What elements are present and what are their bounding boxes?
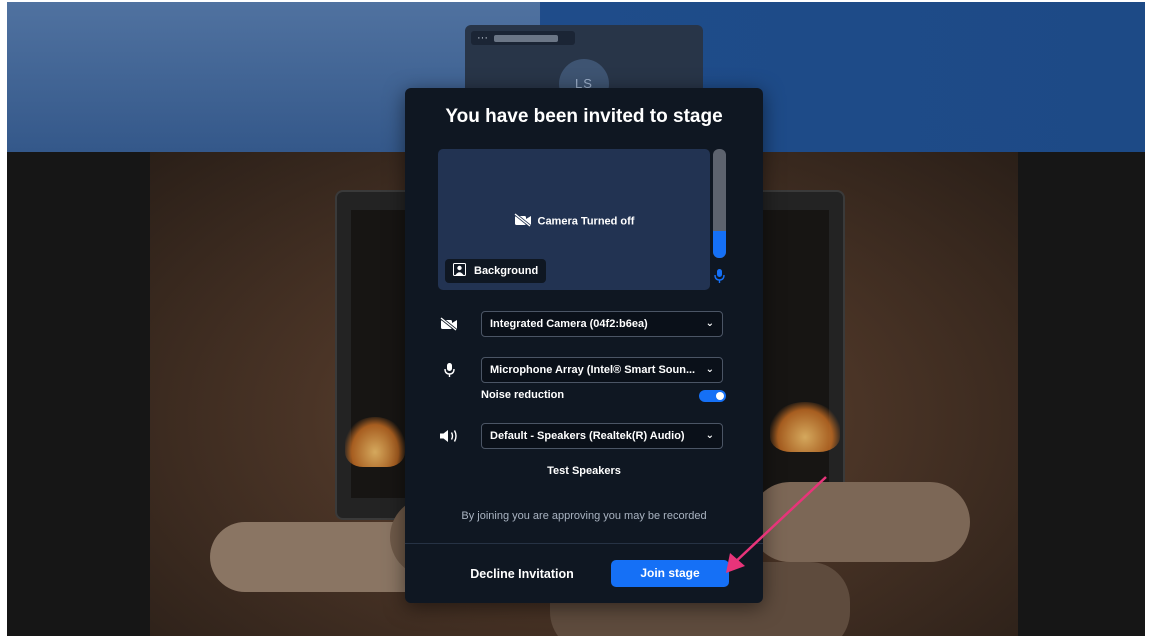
camera-status: Camera Turned off — [438, 212, 710, 230]
camera-select-value: Integrated Camera (04f2:b6ea) — [490, 318, 648, 330]
footer-divider — [405, 543, 763, 544]
stage-invitation-dialog: You have been invited to stage Camera Tu… — [405, 88, 763, 603]
recording-notice: By joining you are approving you may be … — [461, 510, 707, 522]
microphone-select-value: Microphone Array (Intel® Smart Soun... — [490, 364, 696, 376]
mic-level-fill — [713, 230, 726, 258]
participant-name: ··· — [471, 31, 575, 45]
speaker-select[interactable]: Default - Speakers (Realtek(R) Audio) ⌄ — [481, 423, 723, 449]
speaker-select-value: Default - Speakers (Realtek(R) Audio) — [490, 430, 685, 442]
microphone-device-row: Microphone Array (Intel® Smart Soun... ⌄ — [438, 357, 728, 383]
microphone-select[interactable]: Microphone Array (Intel® Smart Soun... ⌄ — [481, 357, 723, 383]
decline-invitation-button[interactable]: Decline Invitation — [457, 560, 587, 588]
join-stage-button[interactable]: Join stage — [611, 560, 729, 587]
microphone-icon — [713, 268, 726, 284]
background-icon — [453, 263, 466, 279]
camera-off-icon — [513, 212, 532, 230]
camera-off-icon — [438, 315, 460, 333]
video-preview: Camera Turned off Background — [438, 149, 710, 290]
camera-device-row: Integrated Camera (04f2:b6ea) ⌄ — [438, 311, 728, 337]
background-button[interactable]: Background — [445, 259, 547, 283]
dialog-title: You have been invited to stage — [445, 106, 723, 127]
test-speakers-link[interactable]: Test Speakers — [405, 465, 763, 477]
microphone-icon — [438, 361, 460, 379]
chevron-down-icon: ⌄ — [705, 430, 714, 441]
mic-level-meter — [713, 149, 726, 258]
chevron-down-icon: ⌄ — [705, 364, 714, 375]
noise-reduction-toggle[interactable] — [699, 390, 726, 402]
noise-reduction-label: Noise reduction — [481, 389, 565, 401]
background-button-label: Background — [474, 265, 539, 277]
camera-select[interactable]: Integrated Camera (04f2:b6ea) ⌄ — [481, 311, 723, 337]
chevron-down-icon: ⌄ — [705, 318, 714, 329]
speaker-device-row: Default - Speakers (Realtek(R) Audio) ⌄ — [438, 423, 728, 449]
speaker-icon — [438, 427, 460, 445]
